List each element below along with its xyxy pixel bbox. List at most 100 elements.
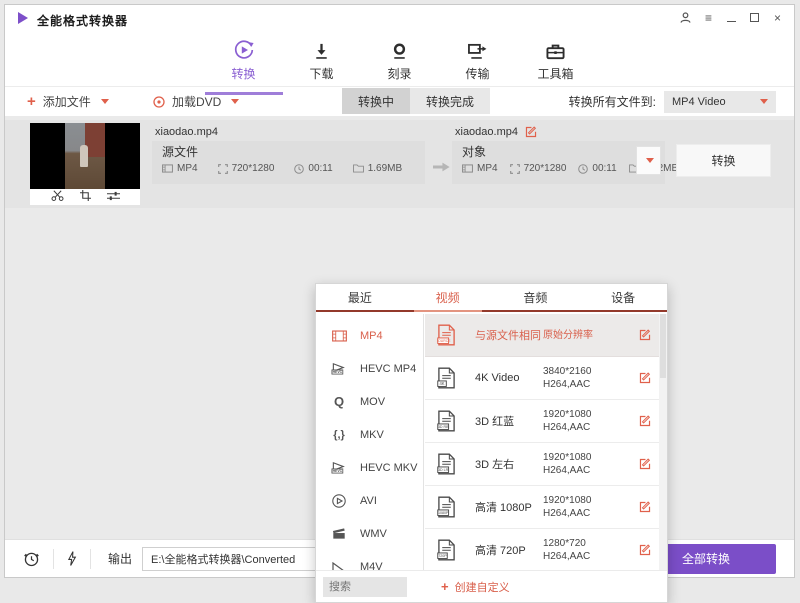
panel-tab-device[interactable]: 设备 bbox=[579, 284, 667, 310]
download-icon bbox=[312, 38, 331, 61]
edit-preset-icon[interactable] bbox=[635, 458, 651, 470]
edit-preset-icon[interactable] bbox=[635, 415, 651, 427]
format-item-mov[interactable]: Q MOV bbox=[316, 385, 423, 418]
chevron-down-icon bbox=[101, 99, 109, 104]
edit-preset-icon[interactable] bbox=[635, 329, 651, 341]
wmv-icon bbox=[329, 527, 349, 540]
mkv-icon: {,} bbox=[329, 429, 349, 441]
convert-all-to-label: 转换所有文件到: bbox=[569, 93, 656, 110]
output-path-value: E:\全能格式转换器\Converted bbox=[151, 551, 295, 567]
format-item-avi[interactable]: AVI bbox=[316, 484, 423, 517]
format-item-hevc-mp4[interactable]: HEVC HEVC MP4 bbox=[316, 352, 423, 385]
preset-row-hd-720p[interactable]: 720P 高清 720P 1280*720H264,AAC bbox=[425, 529, 659, 570]
thumbnail-image bbox=[30, 123, 140, 189]
target-filename-row: xiaodao.mp4 bbox=[455, 126, 537, 138]
film-icon bbox=[462, 164, 473, 173]
app-logo-icon bbox=[18, 12, 28, 24]
svg-text:4K: 4K bbox=[439, 381, 444, 386]
preset-row-3d-rb[interactable]: 3D RB 3D 红蓝 1920*1080H264,AAC bbox=[425, 400, 659, 443]
tab-transfer[interactable]: 传输 bbox=[449, 38, 507, 87]
format-item-hevc-mkv[interactable]: HEVC HEVC MKV bbox=[316, 451, 423, 484]
svg-text:3D RB: 3D RB bbox=[438, 425, 449, 429]
add-files-label: 添加文件 bbox=[43, 93, 91, 110]
high-speed-icon[interactable] bbox=[67, 551, 77, 566]
source-format: MP4 bbox=[177, 163, 198, 174]
svg-text:1080P: 1080P bbox=[438, 511, 449, 515]
tab-convert[interactable]: 转换 bbox=[215, 38, 273, 87]
toolbox-icon bbox=[545, 38, 566, 61]
tab-toolbox-label: 工具箱 bbox=[537, 65, 573, 82]
svg-text:3D LR: 3D LR bbox=[438, 468, 449, 472]
file-row: xiaodao.mp4 源文件 MP4 720*1280 00:11 1.69M… bbox=[5, 120, 794, 208]
target-filename: xiaodao.mp4 bbox=[455, 126, 518, 138]
crop-icon[interactable] bbox=[80, 188, 91, 206]
preset-row-hd-1080p[interactable]: 1080P 高清 1080P 1920*1080H264,AAC bbox=[425, 486, 659, 529]
create-custom-button[interactable]: + 创建自定义 bbox=[441, 579, 510, 595]
film-icon bbox=[162, 164, 173, 173]
tab-toolbox[interactable]: 工具箱 bbox=[527, 38, 585, 87]
avi-icon bbox=[329, 494, 349, 508]
convert-button[interactable]: 转换 bbox=[676, 144, 771, 177]
rename-icon[interactable] bbox=[525, 126, 537, 138]
preset-list: SOURCE 与源文件相同 原始分辨率 4K 4K Video 3840*216… bbox=[425, 314, 659, 570]
format-dropdown-button[interactable] bbox=[636, 146, 661, 175]
tab-burn[interactable]: 刻录 bbox=[371, 38, 429, 87]
format-item-mp4[interactable]: MP4 bbox=[316, 319, 423, 352]
format-item-mkv[interactable]: {,} MKV bbox=[316, 418, 423, 451]
mov-icon: Q bbox=[329, 394, 349, 409]
load-dvd-button[interactable]: 加载DVD bbox=[153, 87, 239, 116]
format-item-wmv[interactable]: WMV bbox=[316, 517, 423, 550]
maximize-button[interactable] bbox=[748, 11, 761, 24]
format-search-input[interactable] bbox=[323, 577, 407, 597]
edit-preset-icon[interactable] bbox=[635, 544, 651, 556]
tab-burn-label: 刻录 bbox=[387, 65, 411, 82]
video-thumbnail bbox=[30, 123, 140, 205]
app-title: 全能格式转换器 bbox=[37, 12, 128, 29]
target-format: MP4 bbox=[477, 163, 498, 174]
panel-tab-audio[interactable]: 音频 bbox=[492, 284, 580, 310]
menu-icon[interactable]: ≡ bbox=[702, 11, 715, 24]
source-size: 1.69MB bbox=[368, 163, 402, 174]
clock-icon bbox=[578, 164, 588, 174]
hevc-mp4-icon: HEVC bbox=[329, 362, 349, 375]
edit-preset-icon[interactable] bbox=[635, 372, 651, 384]
tab-converted[interactable]: 转换完成 bbox=[410, 88, 490, 114]
toolbar: + 添加文件 加载DVD 转换中 转换完成 转换所有文件到: MP4 Video bbox=[5, 87, 794, 116]
minimize-button[interactable] bbox=[725, 11, 738, 24]
preset-scrollbar[interactable] bbox=[659, 314, 667, 570]
panel-tab-video[interactable]: 视频 bbox=[404, 284, 492, 310]
source-info-box: 源文件 MP4 720*1280 00:11 1.69MB bbox=[152, 141, 425, 184]
source-resolution: 720*1280 bbox=[232, 163, 275, 174]
account-icon[interactable] bbox=[679, 11, 692, 24]
output-format-select[interactable]: MP4 Video bbox=[664, 91, 776, 113]
convert-icon bbox=[233, 38, 255, 61]
m4v-icon bbox=[329, 562, 349, 571]
preset-row-4k[interactable]: 4K 4K Video 3840*2160H264,AAC bbox=[425, 357, 659, 400]
svg-text:HEVC: HEVC bbox=[332, 370, 342, 374]
trim-icon[interactable] bbox=[51, 188, 64, 206]
tab-download[interactable]: 下载 bbox=[293, 38, 351, 87]
target-title: 对象 bbox=[462, 145, 655, 160]
source-filename: xiaodao.mp4 bbox=[155, 126, 218, 138]
edit-preset-icon[interactable] bbox=[635, 501, 651, 513]
preset-row-3d-lr[interactable]: 3D LR 3D 左右 1920*1080H264,AAC bbox=[425, 443, 659, 486]
chevron-down-icon bbox=[231, 99, 239, 104]
target-info-box: 对象 MP4 720*1280 00:11 3.52MB bbox=[452, 141, 665, 184]
preset-3d-rb-icon: 3D RB bbox=[437, 410, 467, 432]
content-area: xiaodao.mp4 源文件 MP4 720*1280 00:11 1.69M… bbox=[5, 116, 794, 539]
format-item-m4v[interactable]: M4V bbox=[316, 550, 423, 570]
transfer-icon bbox=[467, 38, 488, 61]
add-files-button[interactable]: + 添加文件 bbox=[27, 87, 109, 116]
tab-converting[interactable]: 转换中 bbox=[342, 88, 410, 114]
preset-row-source[interactable]: SOURCE 与源文件相同 原始分辨率 bbox=[425, 314, 659, 357]
schedule-icon[interactable] bbox=[23, 550, 40, 567]
format-list: MP4 HEVC HEVC MP4 Q MOV {,} MKV bbox=[316, 314, 424, 570]
arrow-right-icon bbox=[433, 159, 450, 177]
record-icon bbox=[390, 38, 409, 61]
close-button[interactable]: × bbox=[771, 11, 784, 24]
panel-tab-recent[interactable]: 最近 bbox=[316, 284, 404, 310]
effects-icon[interactable] bbox=[107, 188, 120, 206]
plus-icon: + bbox=[27, 94, 36, 109]
tab-download-label: 下载 bbox=[309, 65, 333, 82]
source-duration: 00:11 bbox=[308, 163, 332, 174]
